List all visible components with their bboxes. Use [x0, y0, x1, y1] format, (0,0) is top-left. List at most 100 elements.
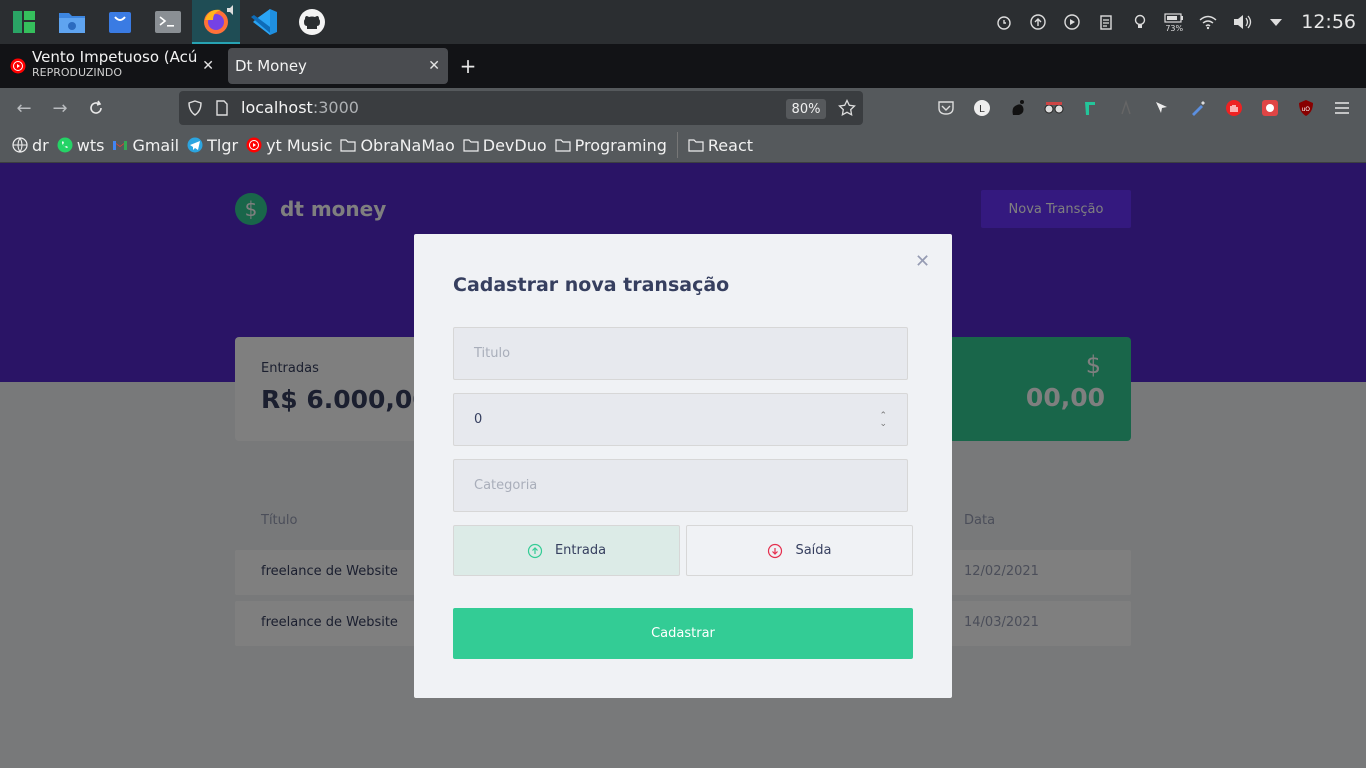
gmail-icon: [112, 139, 128, 151]
lightbulb-icon[interactable]: [1123, 0, 1157, 44]
bookmark-label: React: [707, 135, 754, 155]
whatsapp-icon: [57, 137, 73, 153]
amount-input[interactable]: 0 ⌃ ⌄: [453, 393, 908, 446]
url-bar[interactable]: localhost:3000 80%: [179, 91, 863, 125]
outcome-type-button[interactable]: Saída: [686, 525, 913, 576]
bookmark-folder-devduo[interactable]: DevDuo: [463, 136, 547, 155]
bookmark-label: Programing: [574, 135, 667, 155]
reload-icon[interactable]: [84, 96, 108, 120]
taskbar: 73% 12:56: [0, 0, 1366, 44]
bookmark-telegram[interactable]: Tlgr: [187, 136, 238, 155]
manjaro-icon[interactable]: [0, 0, 48, 44]
bookmark-label: Gmail: [132, 135, 180, 155]
folder-icon: [463, 138, 479, 152]
url-text: localhost:3000: [241, 98, 359, 117]
zoom-level[interactable]: 80%: [786, 99, 826, 119]
bookmark-folder-obranamao[interactable]: ObraNaMao: [340, 135, 455, 155]
svg-text:L: L: [979, 104, 985, 115]
tab-music[interactable]: Vento Impetuoso (Acú REPRODUZINDO ✕: [4, 48, 222, 84]
shield-icon[interactable]: [187, 100, 203, 120]
browser-tab-bar: Vento Impetuoso (Acú REPRODUZINDO ✕ Dt M…: [0, 44, 1366, 88]
clipboard-icon[interactable]: [1089, 0, 1123, 44]
bookmark-label: wts: [76, 135, 105, 155]
cursor-extension-icon[interactable]: [1151, 97, 1173, 119]
url-host: localhost: [241, 98, 313, 117]
tray-expand-icon[interactable]: [1259, 0, 1293, 44]
dollar-tracker-icon[interactable]: [1079, 97, 1101, 119]
files-icon[interactable]: [48, 0, 96, 44]
media-play-icon[interactable]: [1055, 0, 1089, 44]
bookmark-label: dr: [32, 135, 49, 155]
submit-button[interactable]: Cadastrar: [453, 608, 913, 659]
forward-icon[interactable]: →: [48, 96, 72, 120]
bookmark-label: Tlgr: [207, 135, 239, 155]
bookmarks-bar: dr wts Gmail Tlgr yt Music ObraNaMao Dev…: [0, 128, 1366, 163]
new-tab-icon[interactable]: +: [456, 54, 480, 78]
hamburger-menu-icon[interactable]: [1331, 97, 1353, 119]
youtube-music-icon: [246, 137, 262, 153]
alarm-icon[interactable]: [987, 0, 1021, 44]
page-viewport: $ dt money Nova Transção Entradas R$ 6.0…: [0, 163, 1366, 768]
arrow-down-circle-icon: [767, 543, 783, 559]
github-icon[interactable]: [288, 0, 336, 44]
tab-playing-label: REPRODUZINDO: [32, 66, 122, 79]
income-type-button[interactable]: Entrada: [453, 525, 680, 576]
bookmark-star-icon[interactable]: [838, 98, 856, 121]
svg-text:uO: uO: [1302, 106, 1311, 113]
vscode-icon[interactable]: [240, 0, 288, 44]
bookmarks-separator: [676, 132, 678, 158]
stop-hand-icon[interactable]: [1223, 97, 1245, 119]
title-input[interactable]: Titulo: [453, 327, 908, 380]
modal-title: Cadastrar nova transação: [453, 274, 730, 296]
bookmark-wts[interactable]: wts: [57, 135, 105, 155]
income-type-label: Entrada: [554, 543, 607, 558]
battery-percent: 73%: [1165, 23, 1184, 33]
pocket-icon[interactable]: [935, 97, 957, 119]
bookmark-label: ObraNaMao: [360, 135, 455, 155]
terminal-icon[interactable]: [144, 0, 192, 44]
globe-icon: [12, 137, 28, 153]
bookmark-gmail[interactable]: Gmail: [112, 136, 179, 155]
tab-dt-money[interactable]: Dt Money ✕: [228, 48, 448, 84]
navigation-bar: ← → localhost:3000 80% L uO: [0, 88, 1366, 128]
store-icon[interactable]: [96, 0, 144, 44]
bookmark-folder-programing[interactable]: Programing: [555, 136, 667, 155]
firefox-icon[interactable]: [192, 0, 240, 44]
update-icon[interactable]: [1021, 0, 1055, 44]
color-picker-icon[interactable]: [1187, 97, 1209, 119]
page-info-icon[interactable]: [215, 100, 229, 120]
bookmark-yt-music[interactable]: yt Music: [246, 136, 332, 155]
folder-icon: [688, 138, 704, 152]
battery-icon[interactable]: 73%: [1157, 0, 1191, 44]
close-tab-icon[interactable]: ✕: [428, 58, 440, 74]
arrow-up-circle-icon: [527, 543, 543, 559]
bookmark-label: DevDuo: [482, 135, 547, 155]
folder-icon: [555, 138, 571, 152]
back-icon[interactable]: ←: [12, 96, 36, 120]
category-input[interactable]: Categoria: [453, 459, 908, 512]
account-avatar-icon[interactable]: L: [971, 97, 993, 119]
new-transaction-modal: ✕ Cadastrar nova transação Titulo 0 ⌃ ⌄ C…: [414, 234, 952, 698]
glasses-extension-icon[interactable]: [1043, 97, 1065, 119]
number-stepper-icon[interactable]: ⌃ ⌄: [879, 412, 887, 429]
outcome-type-label: Saída: [795, 543, 832, 558]
close-tab-icon[interactable]: ✕: [202, 58, 214, 74]
telegram-icon: [187, 137, 203, 153]
tab-title: Dt Money: [235, 57, 307, 75]
system-tray: 73% 12:56: [987, 0, 1366, 44]
ublock-origin-icon[interactable]: uO: [1295, 97, 1317, 119]
wifi-icon[interactable]: [1191, 0, 1225, 44]
disabled-extension-icon[interactable]: [1115, 97, 1137, 119]
bookmark-label: yt Music: [266, 135, 333, 155]
volume-icon[interactable]: [1225, 0, 1259, 44]
folder-icon: [340, 138, 357, 152]
bookmark-dr[interactable]: dr: [12, 136, 49, 155]
youtube-music-icon: [10, 58, 26, 78]
clock[interactable]: 12:56: [1301, 11, 1356, 33]
grid-extension-icon[interactable]: [1259, 97, 1281, 119]
gnome-extension-icon[interactable]: [1007, 97, 1029, 119]
close-icon[interactable]: ✕: [915, 251, 930, 272]
bookmark-folder-react[interactable]: React: [688, 136, 753, 155]
tab-title: Vento Impetuoso (Acú: [32, 48, 198, 66]
url-port: :3000: [312, 98, 359, 117]
